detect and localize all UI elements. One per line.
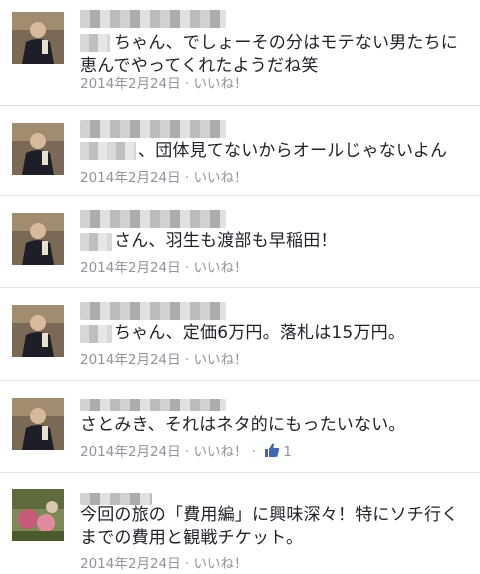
comment-meta: 2014年2月24日 · いいね！ bbox=[80, 352, 248, 368]
thumbs-up-icon[interactable] bbox=[264, 442, 280, 462]
commenter-name-redacted[interactable] bbox=[80, 210, 226, 228]
comment-date[interactable]: 2014年2月24日 bbox=[80, 260, 181, 276]
avatar[interactable] bbox=[12, 12, 64, 64]
comment-meta: 2014年2月24日 · いいね！ bbox=[80, 76, 248, 92]
like-link[interactable]: いいね！ bbox=[194, 76, 248, 92]
commenter-name-redacted[interactable] bbox=[80, 10, 226, 28]
like-link[interactable]: いいね！ bbox=[194, 556, 248, 572]
comment-meta: 2014年2月24日 · いいね！ bbox=[80, 170, 248, 186]
avatar[interactable] bbox=[12, 398, 64, 450]
comment-text: ちゃん、定価6万円。落札は15万円。 bbox=[114, 323, 406, 343]
comment-item: さとみき、それはネタ的にもったいない。 2014年2月24日 · いいね！ · … bbox=[0, 381, 480, 473]
comment-item: ちゃん、でしょーその分はモテない男たちに 恵んでやってくれたようだね笑 2014… bbox=[0, 0, 480, 106]
comment-date[interactable]: 2014年2月24日 bbox=[80, 76, 181, 92]
comment-item: さん、羽生も渡部も早稲田！ 2014年2月24日 · いいね！ bbox=[0, 196, 480, 288]
like-link[interactable]: いいね！ bbox=[194, 260, 248, 276]
avatar[interactable] bbox=[12, 123, 64, 175]
mention-redacted[interactable] bbox=[80, 34, 110, 52]
commenter-name-redacted[interactable] bbox=[80, 120, 226, 138]
comment-meta: 2014年2月24日 · いいね！ bbox=[80, 260, 248, 276]
comment-text: 、団体見てないからオールじゃないよん bbox=[138, 141, 448, 161]
avatar[interactable] bbox=[12, 305, 64, 357]
comment-meta: 2014年2月24日 · いいね！ bbox=[80, 556, 248, 572]
comment-item: 今回の旅の「費用編」に興味深々！特にソチ行く までの費用と観戦チケット。 201… bbox=[0, 473, 480, 574]
comment-list: ちゃん、でしょーその分はモテない男たちに 恵んでやってくれたようだね笑 2014… bbox=[0, 0, 480, 574]
like-link[interactable]: いいね！ bbox=[194, 352, 248, 368]
comment-text: さん、羽生も渡部も早稲田！ bbox=[114, 231, 338, 251]
comment-text: 今回の旅の「費用編」に興味深々！特にソチ行く までの費用と観戦チケット。 bbox=[80, 505, 459, 548]
comment-date[interactable]: 2014年2月24日 bbox=[80, 444, 181, 460]
comment-item: ちゃん、定価6万円。落札は15万円。 2014年2月24日 · いいね！ bbox=[0, 288, 480, 381]
like-link[interactable]: いいね！ bbox=[194, 170, 248, 186]
like-link[interactable]: いいね！ bbox=[194, 444, 248, 460]
comment-date[interactable]: 2014年2月24日 bbox=[80, 352, 181, 368]
comment-date[interactable]: 2014年2月24日 bbox=[80, 556, 181, 572]
avatar[interactable] bbox=[12, 213, 64, 265]
comment-text: さとみき、それはネタ的にもったいない。 bbox=[80, 415, 406, 435]
comment-meta: 2014年2月24日 · いいね！ · 1 bbox=[80, 442, 292, 462]
comment-date[interactable]: 2014年2月24日 bbox=[80, 170, 181, 186]
like-count[interactable]: 1 bbox=[283, 444, 292, 460]
commenter-name-redacted[interactable] bbox=[80, 302, 226, 320]
commenter-name-redacted[interactable] bbox=[80, 399, 226, 411]
avatar[interactable] bbox=[12, 489, 64, 541]
comment-item: 、団体見てないからオールじゃないよん 2014年2月24日 · いいね！ bbox=[0, 106, 480, 196]
